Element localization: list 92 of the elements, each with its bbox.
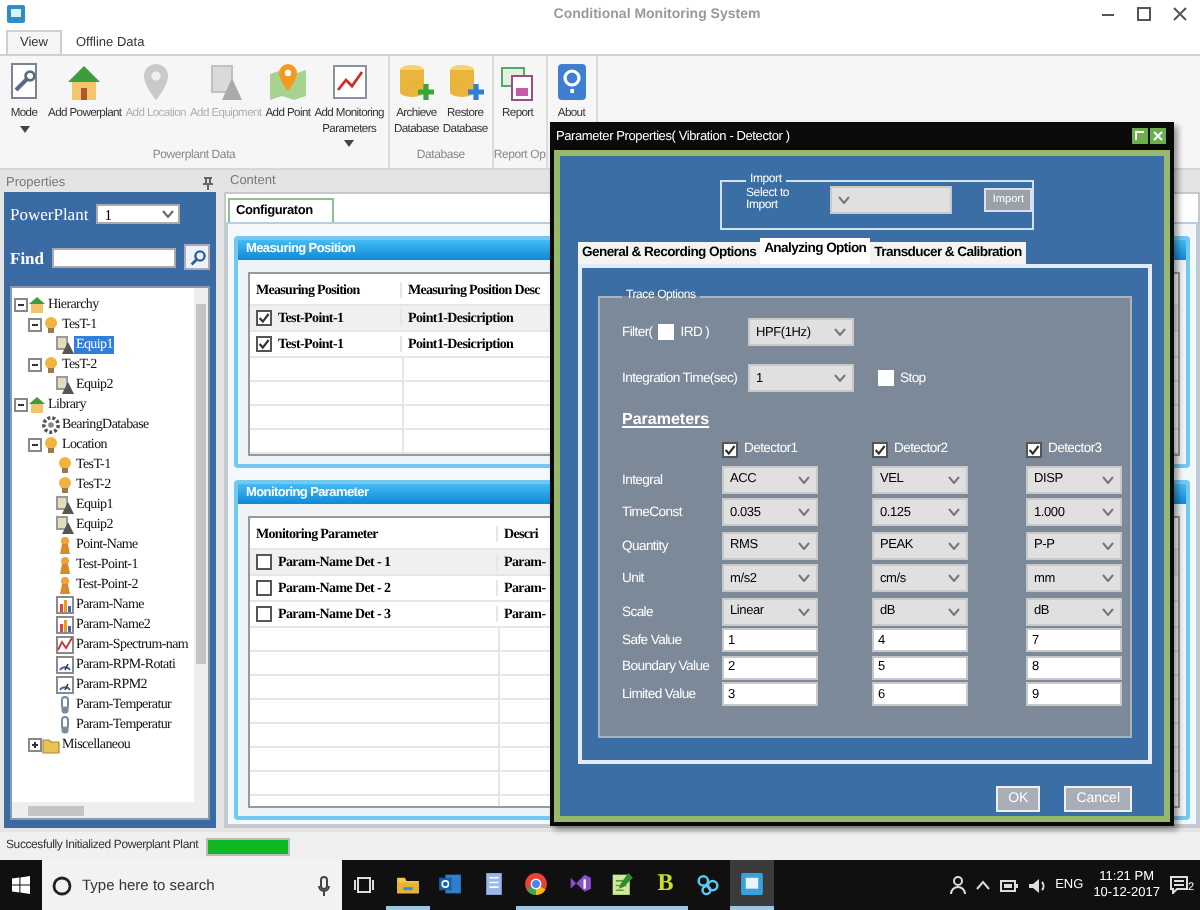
caret-icon: [948, 475, 960, 483]
report-icon: [497, 62, 538, 102]
caret-icon: [798, 508, 810, 516]
light-bulb-icon: [56, 475, 74, 493]
studio-icon: [565, 869, 594, 897]
gauge-icon: [56, 655, 74, 673]
close-icon[interactable]: [1172, 6, 1188, 22]
caret-icon: [948, 607, 960, 615]
battery-icon[interactable]: [999, 879, 1018, 891]
notepad-icon: [608, 869, 637, 897]
notification-icon: [1169, 876, 1188, 894]
checkbox[interactable]: [256, 580, 272, 596]
map-icon: [267, 62, 308, 102]
folder-icon: [42, 735, 60, 753]
database-icon: [445, 62, 486, 102]
checkbox[interactable]: [722, 441, 738, 457]
checkbox[interactable]: [256, 554, 272, 570]
bar-chart-icon: [56, 615, 74, 633]
gauge-icon: [56, 675, 74, 693]
caret-icon: [1102, 508, 1114, 516]
section-heading: Parameters: [622, 410, 712, 428]
search-field[interactable]: [52, 247, 176, 267]
windows-logo-icon[interactable]: [11, 876, 29, 894]
house-icon: [28, 295, 46, 313]
machine-icon: [56, 335, 74, 353]
field-label: PowerPlant: [10, 204, 89, 224]
caret-icon: [1102, 574, 1114, 582]
light-bulb-icon: [42, 315, 60, 333]
caret-icon: [1102, 607, 1114, 615]
checkbox[interactable]: [256, 310, 272, 326]
scrollbar[interactable]: [12, 802, 208, 818]
task-view-icon[interactable]: [354, 876, 374, 894]
progress-bar: [206, 837, 291, 855]
field-label: Find: [10, 247, 45, 267]
chevron-up-icon[interactable]: [975, 880, 990, 890]
microphone-icon: [318, 875, 330, 895]
window-icon: [737, 869, 766, 897]
house-icon: [64, 62, 105, 102]
search-circle-icon: [52, 875, 72, 895]
caret-icon: [1102, 475, 1114, 483]
caret-icon: [162, 210, 175, 218]
expander-icon[interactable]: [28, 737, 42, 751]
pin-icon[interactable]: [202, 175, 214, 189]
taskbar-app[interactable]: B: [644, 860, 687, 910]
checkbox[interactable]: [1026, 441, 1042, 457]
marker-icon: [56, 555, 74, 573]
machine-icon: [205, 62, 246, 102]
browser-icon: [522, 869, 551, 897]
light-bulb-icon: [42, 355, 60, 373]
caret-icon: [948, 541, 960, 549]
machine-icon: [56, 375, 74, 393]
caret-icon: [798, 475, 810, 483]
checkbox[interactable]: [872, 441, 888, 457]
caret-icon: [948, 574, 960, 582]
expander-icon[interactable]: [28, 357, 42, 371]
expander-icon[interactable]: [14, 397, 28, 411]
machine-icon: [56, 495, 74, 513]
database-icon: [396, 62, 437, 102]
checkbox[interactable]: [256, 336, 272, 352]
caret-icon: [798, 574, 810, 582]
marker-icon: [56, 575, 74, 593]
maximize-icon[interactable]: [1136, 6, 1152, 22]
dropdown[interactable]: [829, 186, 953, 214]
light-bulb-icon: [42, 435, 60, 453]
checkbox[interactable]: [256, 606, 272, 622]
caret-icon: [834, 374, 846, 382]
app-icon: [6, 4, 26, 24]
line-chart-icon: [56, 635, 74, 653]
light-bulb-icon: [56, 455, 74, 473]
marker-icon: [56, 535, 74, 553]
gear-icon: [42, 415, 60, 433]
search-icon: [189, 249, 205, 265]
caret-icon: [1102, 541, 1114, 549]
expander-icon[interactable]: [28, 437, 42, 451]
house-icon: [28, 395, 46, 413]
search-button[interactable]: [184, 244, 210, 270]
thermometer-icon: [56, 695, 74, 713]
caret-icon: [948, 508, 960, 516]
expander-icon[interactable]: [14, 297, 28, 311]
taskbar-app[interactable]: [730, 860, 773, 910]
scrollbar[interactable]: [194, 288, 208, 802]
mail-icon: [436, 869, 465, 897]
caret-icon: [798, 541, 810, 549]
people-icon: [694, 869, 723, 897]
person-icon[interactable]: [949, 876, 966, 894]
chart-icon: [329, 62, 370, 102]
caret-icon: [834, 328, 846, 336]
bar-chart-icon: [56, 595, 74, 613]
expander-icon[interactable]: [28, 317, 42, 331]
volume-icon[interactable]: [1027, 877, 1046, 893]
caret-icon: [837, 196, 850, 204]
caret-icon: [798, 607, 810, 615]
